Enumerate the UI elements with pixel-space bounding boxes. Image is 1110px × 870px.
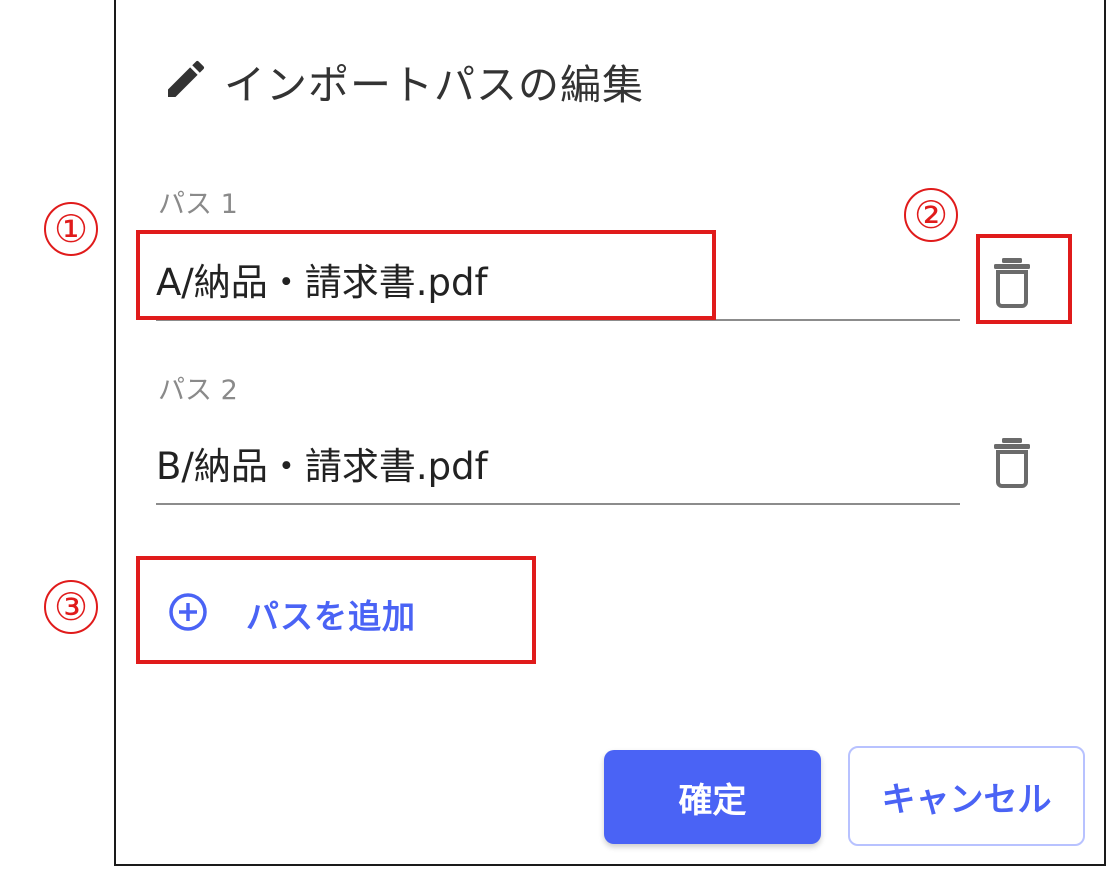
path-2-input[interactable]: B/納品・請求書.pdf bbox=[156, 436, 488, 490]
callout-box-3 bbox=[136, 556, 536, 664]
callout-number-2: ② bbox=[904, 188, 958, 242]
dialog-title: インポートパスの編集 bbox=[162, 46, 644, 116]
callout-box-1 bbox=[136, 230, 716, 320]
path-2-underline bbox=[156, 503, 960, 505]
callout-box-2 bbox=[976, 234, 1072, 324]
confirm-button[interactable]: 確定 bbox=[604, 750, 821, 844]
path-2-label: パス 2 bbox=[158, 375, 238, 406]
callout-number-3: ③ bbox=[44, 580, 98, 634]
edit-import-path-dialog bbox=[114, 0, 1106, 866]
pencil-icon bbox=[162, 55, 210, 107]
path-1-label: パス 1 bbox=[158, 189, 238, 220]
cancel-button[interactable]: キャンセル bbox=[848, 746, 1085, 846]
trash-icon[interactable] bbox=[992, 436, 1032, 488]
dialog-title-text: インポートパスの編集 bbox=[224, 61, 644, 109]
callout-number-1: ① bbox=[44, 202, 98, 256]
